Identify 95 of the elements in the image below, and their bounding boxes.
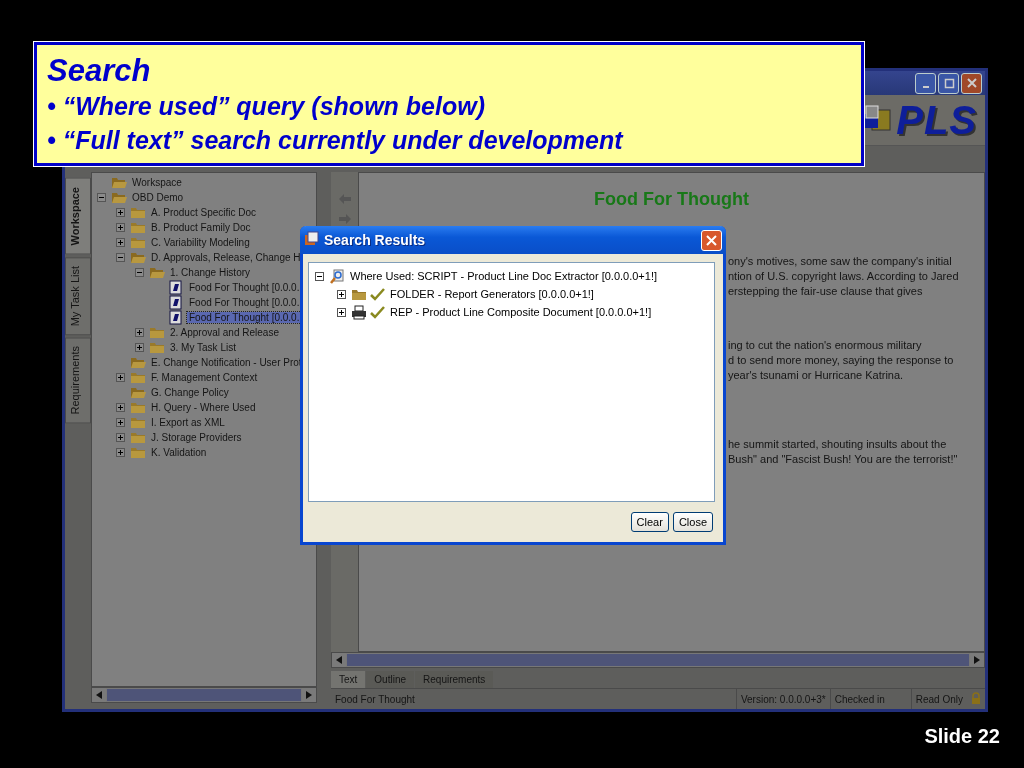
collapse-toggle[interactable] xyxy=(315,271,324,281)
maximize-button[interactable] xyxy=(938,72,959,94)
expand-toggle[interactable] xyxy=(337,307,346,317)
collapse-toggle[interactable] xyxy=(97,193,106,202)
logo-text: PLS xyxy=(896,97,977,143)
side-tab[interactable]: Workspace xyxy=(65,178,91,255)
tree-item[interactable]: H. Query - Where Used xyxy=(149,402,258,413)
tab[interactable]: Text xyxy=(331,671,366,688)
expand-toggle[interactable] xyxy=(116,238,125,247)
expand-toggle[interactable] xyxy=(116,433,125,442)
expand-toggle[interactable] xyxy=(135,328,144,337)
side-tab[interactable]: Requirements xyxy=(65,336,91,424)
folder-icon xyxy=(130,355,146,370)
tree-item[interactable]: Food For Thought [0.0.0. xyxy=(187,282,302,293)
text-line: Bush" and "Fascist Bush! You are the terrorist!" xyxy=(728,452,959,467)
scroll-thumb[interactable] xyxy=(107,689,301,701)
tree-item[interactable]: G. Change Policy xyxy=(149,387,231,398)
dialog-button[interactable]: Clear xyxy=(630,512,669,532)
document-icon xyxy=(168,295,184,310)
folder-icon xyxy=(130,400,146,415)
status-text: Checked in xyxy=(829,689,911,709)
close-icon xyxy=(964,76,979,90)
expand-toggle[interactable] xyxy=(116,223,125,232)
printer-icon xyxy=(351,304,367,320)
status-text: Read Only xyxy=(910,689,967,709)
bullet-text: • “Where used” query (shown below) xyxy=(47,91,486,122)
tree-item[interactable]: I. Export as XML xyxy=(149,417,227,428)
folder-icon xyxy=(130,430,146,445)
text-line: he summit started, shouting insults about the xyxy=(728,437,948,452)
text-line: year's tsunami or Hurricane Katrina. xyxy=(728,368,905,383)
tree-item[interactable]: C. Variability Modeling xyxy=(149,237,252,248)
expand-toggle[interactable] xyxy=(116,373,125,382)
tree-item[interactable]: Food For Thought [0.0.0. xyxy=(187,297,302,308)
minimize-icon xyxy=(922,86,929,88)
tree-item[interactable]: 2. Approval and Release xyxy=(168,327,281,338)
status-text: Food For Thought xyxy=(334,693,416,705)
folder-icon xyxy=(111,175,127,190)
scrollbar[interactable] xyxy=(331,652,985,668)
collapse-toggle[interactable] xyxy=(135,268,144,277)
tree-item[interactable]: OBD Demo xyxy=(130,192,186,203)
tree-item[interactable]: D. Approvals, Release, Change H xyxy=(149,252,303,263)
tab[interactable]: Requirements xyxy=(415,671,494,688)
tree-item[interactable]: K. Validation xyxy=(149,447,209,458)
folder-icon xyxy=(130,415,146,430)
folder-icon xyxy=(130,250,146,265)
tree-item[interactable]: FOLDER - Report Generators [0.0.0.0+1!] xyxy=(388,288,596,300)
document-icon xyxy=(168,310,184,325)
folder-icon xyxy=(149,265,165,280)
expand-toggle[interactable] xyxy=(116,208,125,217)
bullet-text: • “Full text” search currently under development xyxy=(47,125,625,156)
document-icon xyxy=(168,280,184,295)
folder-icon xyxy=(149,325,165,340)
text-line: d to send more money, saying the response to xyxy=(728,353,955,368)
text-line: ing to cut the nation's enormous military xyxy=(728,338,923,353)
slide-number: Slide 22 xyxy=(924,725,1000,747)
folder-icon xyxy=(130,220,146,235)
close-button[interactable] xyxy=(961,72,982,94)
magnifier-icon xyxy=(329,268,345,284)
tree-item[interactable]: 1. Change History xyxy=(168,267,253,278)
tree-item[interactable]: A. Product Specific Doc xyxy=(149,207,259,218)
folder-icon xyxy=(111,190,127,205)
status-text: Version: 0.0.0.0+3* xyxy=(735,689,830,709)
expand-toggle[interactable] xyxy=(135,343,144,352)
tree-item[interactable]: Food For Thought [0.0.0. xyxy=(187,312,302,323)
scroll-thumb[interactable] xyxy=(347,654,969,666)
text-line: erstepping the fair-use clause that gives xyxy=(728,284,924,299)
folder-icon xyxy=(130,445,146,460)
expand-toggle[interactable] xyxy=(116,448,125,457)
folder-icon xyxy=(130,205,146,220)
tree-item[interactable]: REP - Product Line Composite Document [0.0.0.0+1!] xyxy=(388,306,654,318)
collapse-toggle[interactable] xyxy=(116,253,125,262)
scrollbar[interactable] xyxy=(91,687,317,703)
expand-toggle[interactable] xyxy=(116,403,125,412)
side-tab[interactable]: My Task List xyxy=(65,256,91,335)
slide-heading: Search xyxy=(47,53,152,89)
folder-icon xyxy=(130,235,146,250)
document-title: Food For Thought xyxy=(593,189,750,210)
tab[interactable]: Outline xyxy=(366,671,415,688)
tree-item[interactable]: Where Used: SCRIPT - Product Line Doc Extractor [0.0.0.0+1!] xyxy=(348,270,659,282)
folder-icon xyxy=(130,370,146,385)
close-icon xyxy=(706,234,717,246)
tree-item[interactable]: 3. My Task List xyxy=(168,342,238,353)
text-line: ntion of U.S. copyright laws. According to Jared xyxy=(728,269,960,284)
text-line: ony's motives, some saw the company's initial xyxy=(728,254,953,269)
expand-toggle[interactable] xyxy=(116,418,125,427)
dialog-button[interactable]: Close xyxy=(672,512,713,532)
expand-toggle[interactable] xyxy=(337,289,346,299)
tree-item[interactable]: F. Management Context xyxy=(149,372,260,383)
folder-icon xyxy=(130,385,146,400)
folder-icon xyxy=(149,340,165,355)
tree-item[interactable]: J. Storage Providers xyxy=(149,432,244,443)
minimize-button[interactable] xyxy=(915,72,936,94)
tree-item[interactable]: B. Product Family Doc xyxy=(149,222,253,233)
dialog-title: Search Results xyxy=(324,232,427,248)
tree-item[interactable]: Workspace xyxy=(130,177,184,188)
